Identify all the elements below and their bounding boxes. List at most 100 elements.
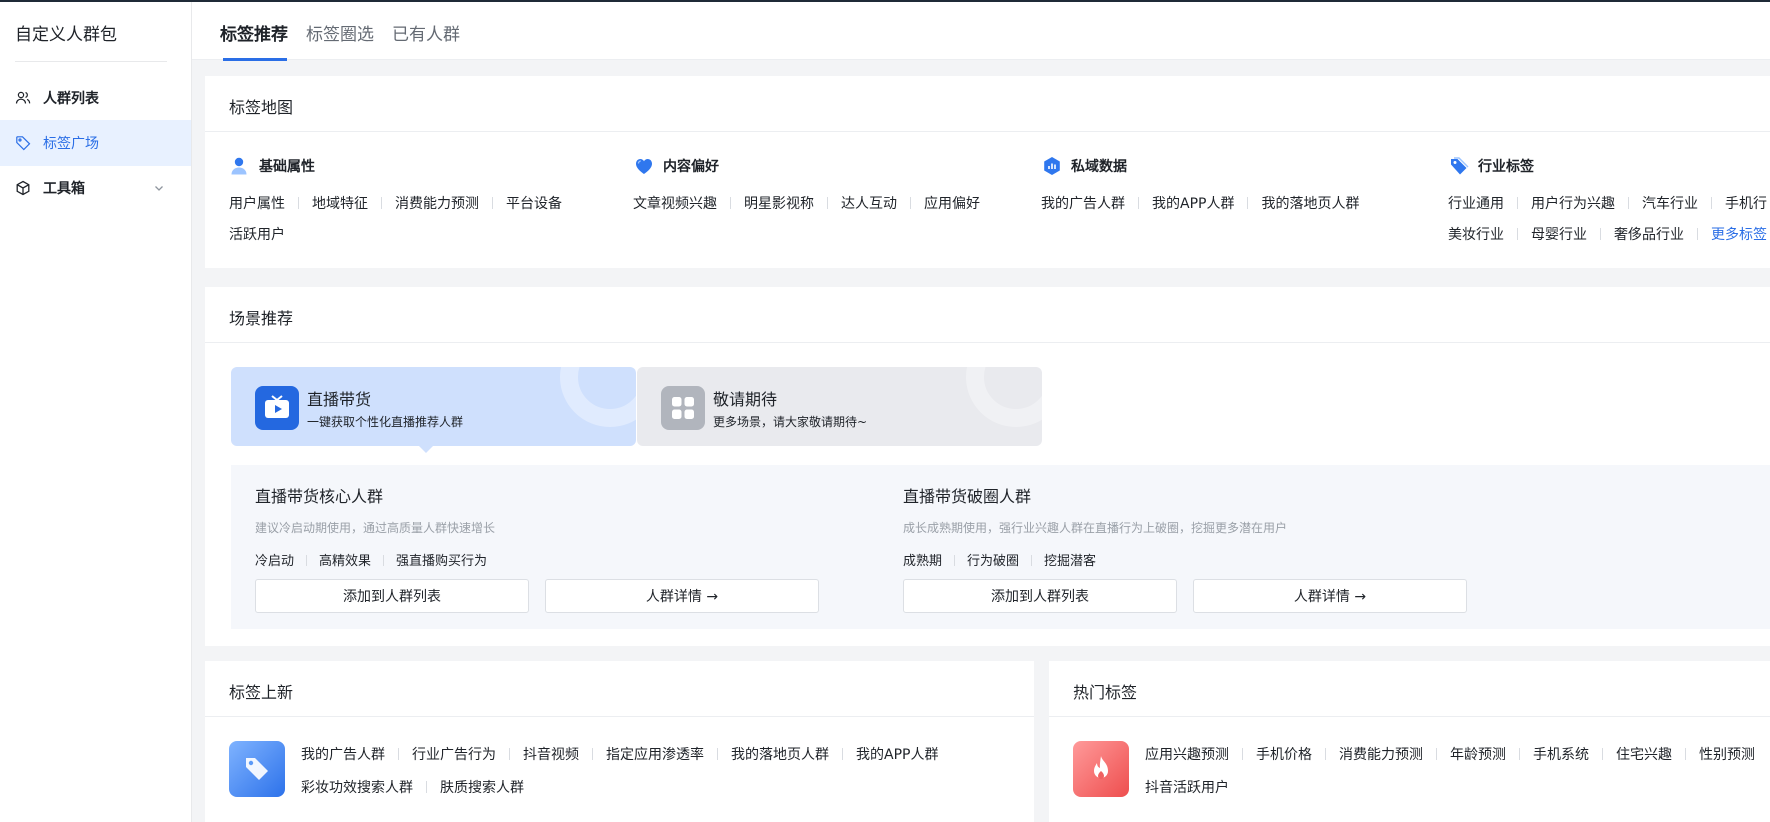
add-to-audience-list-button[interactable]: 添加到人群列表 <box>903 579 1177 613</box>
scenario-audience-panel: 直播带货核心人群 建议冷启动期使用，通过高质量人群快速增长 冷启动 高精效果 强直播… <box>231 465 1770 629</box>
fire-icon <box>1073 741 1129 797</box>
top-tab-bar: 标签推荐 标签圈选 已有人群 <box>192 2 1770 61</box>
audience-detail-button[interactable]: 人群详情 → <box>545 579 819 613</box>
tag-link[interactable]: 地域特征 <box>312 196 368 212</box>
tag-link[interactable]: 住宅兴趣 <box>1616 747 1672 763</box>
audience-title: 直播带货核心人群 <box>255 487 384 506</box>
scenario-title: 敬请期待 <box>713 390 778 409</box>
add-to-audience-list-button[interactable]: 添加到人群列表 <box>255 579 529 613</box>
tag-link[interactable]: 母婴行业 <box>1531 227 1587 243</box>
card-header: 标签上新 <box>205 661 1034 717</box>
tab-tag-recommend[interactable]: 标签推荐 <box>220 20 288 45</box>
tag-group-content: 内容偏好 文章视频兴趣 明星影视称 达人互动 应用偏好 <box>633 151 1013 220</box>
card-title: 场景推荐 <box>229 309 294 328</box>
tag-link[interactable]: 行业通用 <box>1448 196 1504 212</box>
chart-box-icon <box>1044 157 1060 175</box>
tag-group-name: 行业标签 <box>1478 159 1534 175</box>
tag-group-header: 行业标签 <box>1448 151 1770 181</box>
tab-tag-select[interactable]: 标签圈选 <box>306 20 374 45</box>
tag-link[interactable]: 明星影视称 <box>744 196 814 212</box>
tab-existing-audience[interactable]: 已有人群 <box>392 20 460 45</box>
scenario-subtitle: 一键获取个性化直播推荐人群 <box>307 415 464 429</box>
tag-link[interactable]: 肤质搜索人群 <box>440 780 524 796</box>
sidebar-item-toolbox[interactable]: 工具箱 <box>0 165 191 211</box>
window-top-border <box>0 0 1770 2</box>
tag-group-name: 基础属性 <box>259 159 315 175</box>
selected-scenario-pointer <box>417 444 435 453</box>
new-tag-links: 我的广告人群 行业广告行为 抖音视频 指定应用渗透率 我的落地页人群 我的APP人群 彩妆… <box>301 739 938 805</box>
tag-link[interactable]: 消费能力预测 <box>1339 747 1423 763</box>
card-title: 热门标签 <box>1073 683 1138 702</box>
audience-tag: 成熟期 <box>903 554 943 569</box>
tag-link[interactable]: 消费能力预测 <box>395 196 479 212</box>
tag-link[interactable]: 平台设备 <box>506 196 562 212</box>
card-header: 热门标签 <box>1049 661 1770 717</box>
audience-tag: 强直播购买行为 <box>396 554 488 569</box>
tag-link[interactable]: 我的APP人群 <box>856 747 938 763</box>
tag-link[interactable]: 彩妆功效搜索人群 <box>301 780 413 796</box>
tag-link[interactable]: 性别预测 <box>1699 747 1755 763</box>
tag-link[interactable]: 手机系统 <box>1533 747 1589 763</box>
audience-tags: 成熟期 行为破圈 挖掘潜客 <box>903 550 1287 569</box>
scenario-subtitle: 更多场景，请大家敬请期待~ <box>713 415 868 429</box>
tag-link[interactable]: 行业广告行为 <box>412 747 496 763</box>
tag-link[interactable]: 活跃用户 <box>229 227 285 243</box>
tag-link[interactable]: 达人互动 <box>841 196 897 212</box>
tag-link[interactable]: 用户行为兴趣 <box>1531 196 1615 212</box>
card-header: 场景推荐 <box>205 287 1770 343</box>
tag-link[interactable]: 年龄预测 <box>1450 747 1506 763</box>
tag-link[interactable]: 我的落地页人群 <box>731 747 829 763</box>
hot-tags-card: 热门标签 应用兴趣预测 手机价格 消费能力预测 年龄预测 手机系统 住宅兴趣 性别预测 抖音… <box>1049 661 1770 822</box>
sidebar-item-label: 标签广场 <box>43 136 99 152</box>
sidebar: 自定义人群包 人群列表 标签广场 工具箱 <box>0 0 192 822</box>
tag-link[interactable]: 我的广告人群 <box>301 747 385 763</box>
more-tags-link[interactable]: 更多标签 <box>1711 227 1767 243</box>
card-title: 标签地图 <box>229 98 294 117</box>
box-icon <box>16 180 30 196</box>
tag-group-links: 用户属性 地域特征 消费能力预测 平台设备 活跃用户 <box>229 189 609 251</box>
audience-tag: 冷启动 <box>255 554 295 569</box>
tag-link[interactable]: 应用兴趣预测 <box>1145 747 1229 763</box>
scenario-title: 直播带货 <box>307 390 372 409</box>
tag-link[interactable]: 手机价格 <box>1256 747 1312 763</box>
tag-group-links: 行业通用 用户行为兴趣 汽车行业 手机行 美妆行业 母婴行业 奢侈品行业 更多标签 <box>1448 189 1770 251</box>
decorative-ring <box>560 367 636 427</box>
tag-link[interactable]: 我的落地页人群 <box>1261 196 1359 212</box>
tag-link[interactable]: 汽车行业 <box>1642 196 1698 212</box>
scenario-live-commerce[interactable]: 直播带货 一键获取个性化直播推荐人群 <box>231 367 636 446</box>
audience-breakout: 直播带货破圈人群 成长成熟期使用，强行业兴趣人群在直播行为上破圈，挖掘更多潜在用… <box>903 483 1287 569</box>
tag-link[interactable]: 抖音视频 <box>523 747 579 763</box>
tag-group-header: 内容偏好 <box>633 151 1013 181</box>
tag-link[interactable]: 抖音活跃用户 <box>1145 780 1229 796</box>
tag-link[interactable]: 用户属性 <box>229 196 285 212</box>
heart-icon <box>636 159 652 174</box>
grid-icon <box>661 386 705 430</box>
tag-link[interactable]: 美妆行业 <box>1448 227 1504 243</box>
chevron-down-icon[interactable] <box>153 182 165 194</box>
audience-detail-button[interactable]: 人群详情 → <box>1193 579 1467 613</box>
sidebar-title: 自定义人群包 <box>15 25 117 45</box>
hot-tag-links: 应用兴趣预测 手机价格 消费能力预测 年龄预测 手机系统 住宅兴趣 性别预测 抖音活跃用户 <box>1145 739 1755 805</box>
tag-group-links: 我的广告人群 我的APP人群 我的落地页人群 <box>1041 189 1421 220</box>
sidebar-item-tag-square[interactable]: 标签广场 <box>0 120 191 166</box>
tag-link[interactable]: 手机行 <box>1725 196 1767 212</box>
tag-link[interactable]: 奢侈品行业 <box>1614 227 1684 243</box>
audience-tag: 行为破圈 <box>967 554 1020 569</box>
new-tags-card: 标签上新 我的广告人群 行业广告行为 抖音视频 指定应用渗透率 我的落地页人群 我的APP… <box>205 661 1034 822</box>
audience-title: 直播带货破圈人群 <box>903 487 1032 506</box>
scenario-coming-soon[interactable]: 敬请期待 更多场景，请大家敬请期待~ <box>637 367 1042 446</box>
person-icon <box>231 157 247 175</box>
tag-group-name: 私域数据 <box>1071 159 1127 175</box>
audience-description: 建议冷启动期使用，通过高质量人群快速增长 <box>255 521 496 535</box>
tag-link[interactable]: 指定应用渗透率 <box>606 747 704 763</box>
tag-link[interactable]: 我的APP人群 <box>1152 196 1234 212</box>
decorative-ring <box>966 367 1042 427</box>
tag-group-links: 文章视频兴趣 明星影视称 达人互动 应用偏好 <box>633 189 1013 220</box>
tag-link[interactable]: 我的广告人群 <box>1041 196 1125 212</box>
tag-link[interactable]: 文章视频兴趣 <box>633 196 717 212</box>
tag-group-basic: 基础属性 用户属性 地域特征 消费能力预测 平台设备 活跃用户 <box>229 151 609 251</box>
tag-link[interactable]: 应用偏好 <box>924 196 980 212</box>
sidebar-divider <box>15 61 167 62</box>
active-tab-indicator <box>223 58 287 61</box>
sidebar-item-audience-list[interactable]: 人群列表 <box>0 75 191 121</box>
